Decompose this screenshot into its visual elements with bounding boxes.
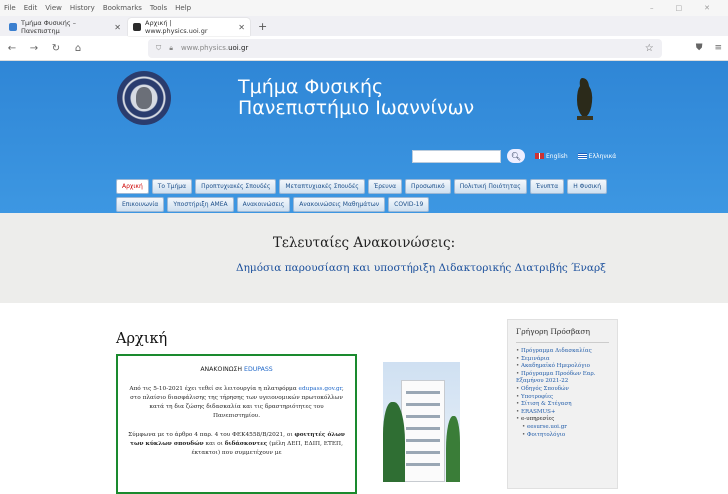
tab-strip: Τμήμα Φυσικής – Πανεπιστημ ✕ Αρχική | ww… bbox=[0, 16, 728, 36]
nav-contact[interactable]: Επικοινωνία bbox=[116, 197, 165, 212]
announcements-ticker[interactable]: Δημόσια παρουσίαση και υποστήριξη Διδακτ… bbox=[236, 262, 636, 274]
nav-covid19[interactable]: COVID-19 bbox=[388, 197, 430, 212]
quick-link-academic-calendar[interactable]: Ακαδημαϊκό Ημερολόγιο bbox=[516, 363, 609, 371]
maximize-icon[interactable]: □ bbox=[676, 4, 683, 12]
menu-bookmarks[interactable]: Bookmarks bbox=[103, 4, 142, 12]
tab-title: Τμήμα Φυσικής – Πανεπιστημ bbox=[21, 19, 76, 35]
edupass-link[interactable]: edupass.gov.gr bbox=[299, 386, 342, 392]
edupass-notice: ΑΝΑΚΟΙΝΩΣΗ EDUPASS Από τις 5-10-2021 έχε… bbox=[116, 354, 357, 494]
tree-shape bbox=[446, 416, 460, 482]
nav-course-announcements[interactable]: Ανακοινώσεις Μαθημάτων bbox=[293, 197, 386, 212]
sidebar-title: Γρήγορη Πρόσβαση bbox=[516, 327, 609, 343]
quick-link-housing[interactable]: Σίτιση & Στέγαση bbox=[516, 401, 609, 409]
greek-flag-icon bbox=[577, 153, 587, 159]
site-favicon-icon bbox=[9, 23, 17, 31]
url-text: www.physics.uoi.gr bbox=[180, 44, 249, 52]
notice-title: ΑΝΑΚΟΙΝΩΣΗ EDUPASS bbox=[200, 366, 273, 373]
nav-home[interactable]: Αρχική bbox=[116, 179, 149, 194]
menu-view[interactable]: View bbox=[45, 4, 62, 12]
quick-link-study-guide[interactable]: Οδηγός Σπουδών bbox=[516, 386, 609, 394]
home-icon[interactable]: ⌂ bbox=[72, 43, 84, 54]
pocket-icon[interactable]: ⛊ bbox=[696, 43, 703, 53]
university-seal-logo[interactable] bbox=[117, 71, 171, 125]
nav-announcements[interactable]: Ανακοινώσεις bbox=[236, 197, 291, 212]
nav-forms[interactable]: Ένυπτα bbox=[529, 179, 565, 194]
close-tab-icon[interactable]: ✕ bbox=[114, 23, 121, 32]
building-photo bbox=[383, 362, 460, 482]
lang-greek-link[interactable]: Ελληνικά bbox=[577, 153, 616, 160]
notice-paragraph: Σύμφωνα με το άρθρο 4 παρ. 4 του ΦΕΚ4558… bbox=[128, 432, 345, 456]
new-tab-icon[interactable]: + bbox=[252, 20, 273, 36]
back-icon[interactable]: ← bbox=[6, 43, 18, 54]
nav-undergraduate[interactable]: Προπτυχιακές Σπουδές bbox=[195, 179, 277, 194]
menu-tools[interactable]: Tools bbox=[150, 4, 167, 12]
menu-edit[interactable]: Edit bbox=[24, 4, 38, 12]
browser-tab-home[interactable]: Αρχική | www.physics.uoi.gr ✕ bbox=[128, 18, 250, 36]
quick-link-teaching-schedule[interactable]: Πρόγραμμα Διδασκαλίας bbox=[516, 348, 609, 356]
nav-accessibility-support[interactable]: Υποστήριξη ΑΜΕΑ bbox=[167, 197, 234, 212]
owl-statue-icon bbox=[577, 78, 593, 120]
quick-access-sidebar: Γρήγορη Πρόσβαση Πρόγραμμα Διδασκαλίας Σ… bbox=[507, 319, 618, 489]
lock-icon[interactable]: 🔒︎ bbox=[169, 44, 173, 53]
nav-physics[interactable]: Η Φυσική bbox=[567, 179, 608, 194]
main-content: Αρχική ΑΝΑΚΟΙΝΩΣΗ EDUPASS Από τις 5-10-2… bbox=[0, 303, 728, 494]
building-shape bbox=[401, 380, 445, 482]
menu-history[interactable]: History bbox=[70, 4, 95, 12]
tab-title: Αρχική | www.physics.uoi.gr bbox=[145, 19, 208, 35]
search-icon[interactable]: 🔍︎ bbox=[507, 149, 525, 163]
hamburger-menu-icon[interactable]: ≡ bbox=[714, 43, 722, 53]
site-header: Τμήμα Φυσικής Πανεπιστήμιο Ιωαννίνων 🔍︎ … bbox=[0, 61, 728, 213]
forward-icon[interactable]: → bbox=[28, 43, 40, 54]
bookmark-star-icon[interactable]: ☆ bbox=[645, 43, 654, 54]
announcements-heading: Τελευταίες Ανακοινώσεις: bbox=[272, 235, 456, 251]
nav-postgraduate[interactable]: Μεταπτυχιακές Σπουδές bbox=[279, 179, 365, 194]
browser-navbar: ← → ↻ ⌂ ⛉ 🔒︎ www.physics.uoi.gr ☆ ⛊ ≡ bbox=[0, 36, 728, 61]
menu-file[interactable]: File bbox=[4, 4, 16, 12]
uk-flag-icon bbox=[535, 153, 544, 159]
page-title: Αρχική bbox=[116, 331, 168, 347]
nav-staff[interactable]: Προσωπικό bbox=[405, 179, 451, 194]
quick-link-eesurse[interactable]: eesurse.uoi.gr bbox=[516, 424, 609, 432]
quick-links-list: Πρόγραμμα Διδασκαλίας Σεμινάρια Ακαδημαϊ… bbox=[516, 348, 609, 439]
shield-icon[interactable]: ⛉ bbox=[156, 44, 161, 53]
minimize-icon[interactable]: – bbox=[650, 4, 654, 12]
search-row: 🔍︎ English Ελληνικά bbox=[412, 149, 616, 163]
reload-icon[interactable]: ↻ bbox=[50, 43, 62, 54]
nav-department[interactable]: Το Τμήμα bbox=[151, 179, 193, 194]
browser-menubar: File Edit View History Bookmarks Tools H… bbox=[0, 0, 728, 16]
notice-paragraph: Από τις 5-10-2021 έχει τεθεί σε λειτουργ… bbox=[129, 386, 344, 419]
tree-shape bbox=[383, 402, 405, 482]
close-tab-icon[interactable]: ✕ bbox=[238, 23, 245, 32]
browser-tab-physics[interactable]: Τμήμα Φυσικής – Πανεπιστημ ✕ bbox=[4, 18, 126, 36]
quick-link-e-services[interactable]: e-υπηρεσίες bbox=[516, 416, 609, 424]
address-bar[interactable]: ⛉ 🔒︎ www.physics.uoi.gr ☆ bbox=[148, 38, 662, 58]
main-navigation: Αρχική Το Τμήμα Προπτυχιακές Σπουδές Μετ… bbox=[116, 179, 636, 212]
nav-research[interactable]: Έρευνα bbox=[367, 179, 403, 194]
close-window-icon[interactable]: ✕ bbox=[704, 4, 710, 12]
site-search-input[interactable] bbox=[412, 149, 501, 163]
menu-help[interactable]: Help bbox=[175, 4, 191, 12]
quick-link-midterm-schedule[interactable]: Πρόγραμμα Προόδων Εαρ. Εξαμήνου 2021-22 bbox=[516, 371, 609, 386]
quick-link-student-registry[interactable]: Φοιτητολόγιο bbox=[516, 432, 609, 440]
lang-english-link[interactable]: English bbox=[535, 153, 568, 160]
nav-quality-policy[interactable]: Πολιτική Ποιότητας bbox=[453, 179, 527, 194]
site-title: Τμήμα Φυσικής Πανεπιστήμιο Ιωαννίνων bbox=[238, 76, 475, 119]
announcements-banner: Τελευταίες Ανακοινώσεις: Δημόσια παρουσί… bbox=[0, 213, 728, 303]
site-favicon-icon bbox=[133, 23, 141, 31]
